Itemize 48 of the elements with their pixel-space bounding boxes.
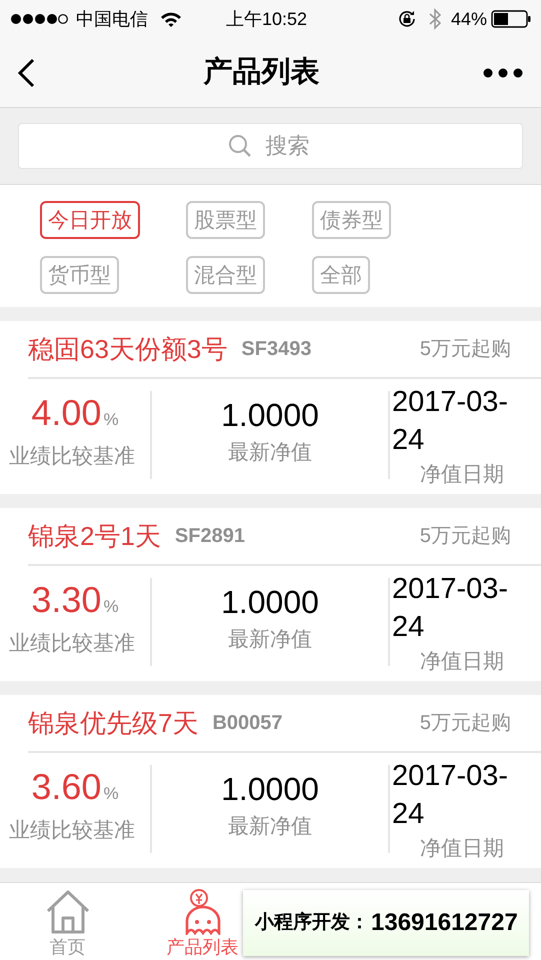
filter-tag[interactable]: 混合型	[186, 256, 265, 294]
banner-label: 小程序开发：	[255, 910, 369, 935]
net-value-date: 2017-03-24	[392, 572, 510, 645]
filter-tag[interactable]: 今日开放	[40, 201, 140, 239]
minimum-purchase: 5万元起购	[420, 337, 511, 362]
product-code: SF2891	[174, 524, 245, 549]
tab-item[interactable]: 首页	[30, 883, 106, 960]
benchmark-rate: 3.60%	[31, 765, 119, 809]
metric-label: 净值日期	[420, 462, 505, 488]
filter-tag[interactable]: 股票型	[186, 201, 265, 239]
product-code: SF3493	[241, 337, 312, 362]
filter-tag[interactable]: 货币型	[40, 256, 119, 294]
battery-percent: 44%	[450, 8, 487, 30]
signal-icon	[10, 13, 68, 25]
filter-tag[interactable]: 全部	[312, 256, 370, 294]
net-value-date: 2017-03-24	[392, 385, 510, 458]
minimum-purchase: 5万元起购	[420, 524, 511, 549]
wifi-icon	[160, 11, 182, 27]
rotation-lock-icon	[396, 9, 417, 29]
bluetooth-icon	[428, 8, 441, 30]
product-name[interactable]: 锦泉优先级7天	[28, 704, 198, 742]
metric-label: 业绩比较基准	[9, 444, 135, 470]
net-value: 1.0000	[221, 770, 319, 809]
battery-icon	[491, 10, 531, 28]
benchmark-rate: 3.30%	[31, 578, 119, 622]
metric-label: 业绩比较基准	[9, 631, 135, 657]
phone-number: 13691612727	[371, 908, 518, 938]
minimum-purchase: 5万元起购	[420, 711, 511, 736]
search-icon	[228, 134, 252, 158]
metric-label: 最新净值	[228, 440, 312, 466]
benchmark-rate: 4.00%	[31, 391, 119, 435]
filter-tag[interactable]: 债券型	[312, 201, 391, 239]
metric-label: 最新净值	[228, 814, 312, 840]
net-value: 1.0000	[221, 396, 319, 435]
metric-label: 净值日期	[420, 649, 505, 675]
product-code: B00057	[212, 711, 283, 736]
net-value: 1.0000	[221, 583, 319, 622]
metric-label: 最新净值	[228, 627, 312, 653]
page-title: 产品列表	[204, 54, 320, 90]
product-name[interactable]: 锦泉2号1天	[28, 516, 161, 556]
metric-label: 业绩比较基准	[9, 818, 135, 844]
tab-item[interactable]: 产品列表	[164, 883, 240, 960]
carrier-name: 中国电信	[76, 8, 148, 30]
product-name[interactable]: 稳固63天份额3号	[28, 330, 228, 368]
status-time: 上午10:52	[226, 8, 308, 30]
metric-label: 净值日期	[420, 836, 505, 862]
search-field[interactable]: 搜索	[18, 123, 523, 169]
net-value-date: 2017-03-24	[392, 759, 510, 832]
